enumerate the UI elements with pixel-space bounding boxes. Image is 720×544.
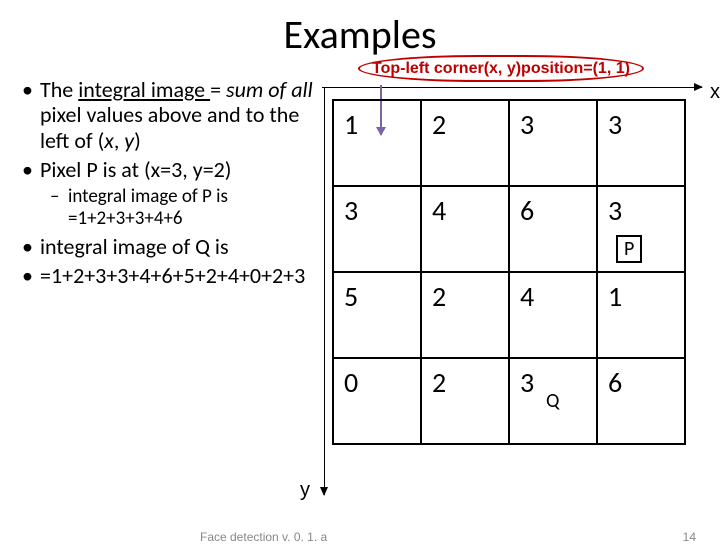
text-italic: y — [124, 127, 134, 154]
grid-cell: 2 — [421, 358, 509, 444]
grid-cell: 4 — [421, 186, 509, 272]
grid-cell: 3Q — [509, 358, 597, 444]
text-italic: sum of all — [226, 76, 313, 103]
grid-cell: 3 — [333, 186, 421, 272]
sub-bullet-1: – integral image of P is =1+2+3+3+4+6 — [50, 186, 322, 230]
marker-p: P — [616, 235, 642, 263]
bullet-1: • The integral image = sum of all pixel … — [22, 77, 322, 153]
bullet-dot: • — [22, 234, 40, 259]
text: integral image of P is =1+2+3+3+4+6 — [68, 186, 322, 230]
footer-text: Face detection v. 0. 1. a — [200, 530, 327, 544]
x-axis-label: x — [710, 81, 720, 104]
slide-title: Examples — [0, 0, 720, 59]
annotation-oval: Top-left corner(x, y)position=(1, 1) — [358, 55, 644, 82]
grid-cell: 6 — [597, 358, 685, 444]
text: Pixel P is at (x=3, y=2) — [40, 157, 231, 182]
bullet-4: • =1+2+3+3+4+6+5+2+4+0+2+3 — [22, 263, 322, 288]
grid-cell: 3 — [597, 100, 685, 186]
text-underline: integral image — [78, 76, 210, 103]
bullet-dot: • — [22, 77, 40, 153]
text: = — [210, 76, 226, 103]
annotation-container: Top-left corner(x, y)position=(1, 1) — [358, 55, 698, 82]
text: The — [40, 76, 78, 103]
sub-dash: – — [50, 186, 68, 230]
grid-cell: 0 — [333, 358, 421, 444]
grid-cell: 1 — [597, 272, 685, 358]
marker-q: Q — [546, 389, 559, 413]
text: integral image of Q is — [40, 234, 229, 259]
cell-value: 3 — [608, 193, 622, 228]
bullet-2: • Pixel P is at (x=3, y=2) — [22, 157, 322, 182]
grid-cell: 2 — [421, 272, 509, 358]
grid-cell: 3 — [509, 100, 597, 186]
grid-cell: 3P — [597, 186, 685, 272]
bullet-3: • integral image of Q is — [22, 234, 322, 259]
text-column: • The integral image = sum of all pixel … — [22, 59, 322, 292]
diagram-column: Top-left corner(x, y)position=(1, 1) x y… — [322, 59, 702, 292]
text: =1+2+3+3+4+6+5+2+4+0+2+3 — [40, 263, 305, 288]
annotation-text: Top-left corner(x, y)position=(1, 1) — [372, 60, 630, 77]
grid-cell: 4 — [509, 272, 597, 358]
grid-cell: 5 — [333, 272, 421, 358]
text: , — [114, 127, 124, 154]
grid-cell: 1 — [333, 100, 421, 186]
y-axis-label: y — [300, 479, 310, 502]
pixel-grid: 1 2 3 3 3 4 6 3P 5 2 4 1 0 2 3Q 6 — [332, 99, 686, 445]
text: pixel values above and to the left of ( — [40, 101, 299, 153]
text-italic: x — [104, 127, 114, 154]
text: ) — [134, 127, 141, 154]
y-axis-line — [324, 87, 325, 495]
bullet-dot: • — [22, 263, 40, 288]
bullet-dot: • — [22, 157, 40, 182]
cell-value: 3 — [520, 365, 534, 400]
x-axis-line: x — [322, 87, 702, 88]
page-number: 14 — [683, 530, 696, 544]
grid-cell: 2 — [421, 100, 509, 186]
grid-cell: 6 — [509, 186, 597, 272]
content-area: • The integral image = sum of all pixel … — [0, 59, 720, 292]
